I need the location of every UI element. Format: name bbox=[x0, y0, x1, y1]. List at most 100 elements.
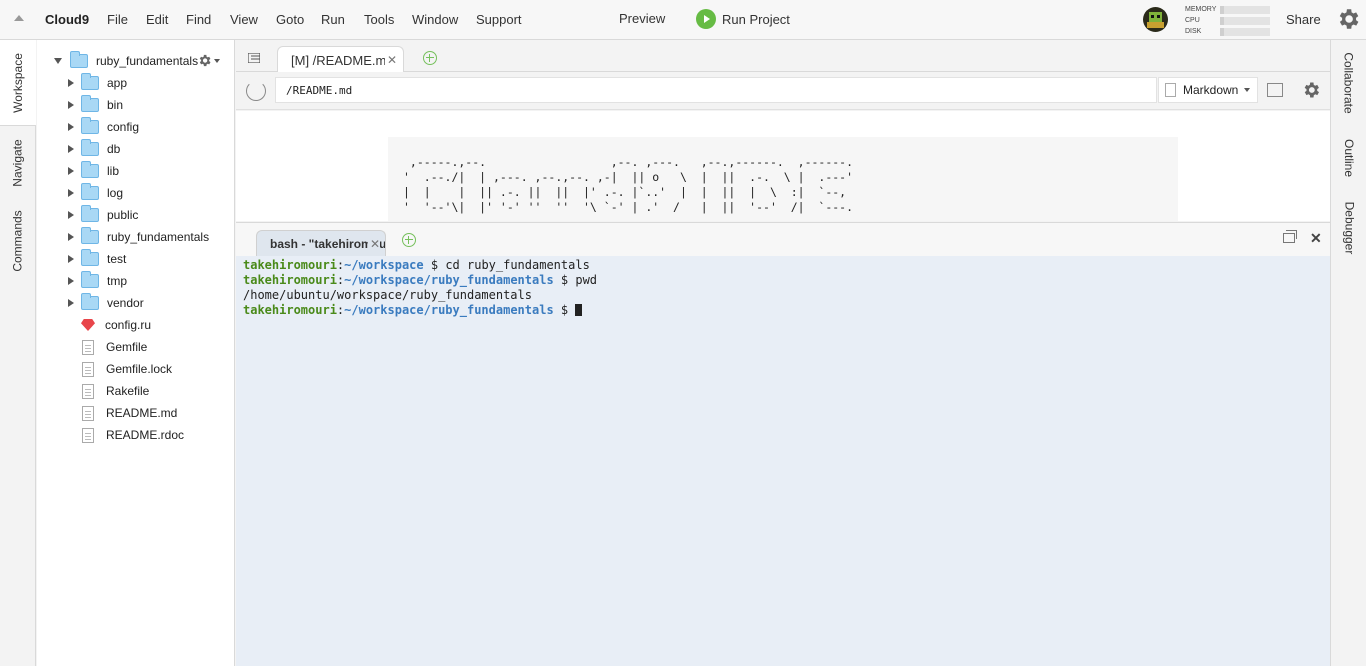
tree-file-readme-md[interactable]: README.md bbox=[78, 404, 177, 422]
tree-item-label: ruby_fundamentals bbox=[107, 230, 210, 244]
user-avatar[interactable] bbox=[1143, 7, 1168, 32]
tab-bash[interactable]: bash - "takehiromouri@ruby" ✕ bbox=[256, 230, 386, 257]
menu-window[interactable]: Window bbox=[412, 12, 458, 27]
file-tree: ruby_fundamentals app bin config db lib … bbox=[37, 40, 235, 666]
play-icon bbox=[696, 9, 716, 29]
chevron-right-icon[interactable] bbox=[68, 299, 74, 307]
run-project-button[interactable]: Run Project bbox=[696, 9, 790, 29]
tab-readme-md[interactable]: [M] /README.md ✕ bbox=[277, 46, 404, 73]
chevron-right-icon[interactable] bbox=[68, 255, 74, 263]
maximize-icon[interactable] bbox=[1283, 230, 1297, 243]
chevron-right-icon[interactable] bbox=[68, 233, 74, 241]
chevron-right-icon[interactable] bbox=[68, 145, 74, 153]
memory-label: MEMORY bbox=[1185, 6, 1217, 13]
tree-root-ruby-fundamentals[interactable]: ruby_fundamentals bbox=[54, 51, 198, 70]
folder-icon bbox=[81, 293, 99, 310]
add-terminal-icon[interactable] bbox=[402, 233, 416, 247]
collapse-menu-icon[interactable] bbox=[14, 15, 24, 21]
tab-commands[interactable]: Commands bbox=[0, 200, 36, 282]
gear-icon bbox=[199, 54, 211, 67]
chevron-right-icon[interactable] bbox=[68, 189, 74, 197]
gear-icon[interactable] bbox=[1301, 80, 1321, 100]
chevron-right-icon[interactable] bbox=[68, 79, 74, 87]
chevron-right-icon[interactable] bbox=[68, 211, 74, 219]
folder-icon bbox=[81, 139, 99, 156]
menu-edit[interactable]: Edit bbox=[146, 12, 168, 27]
tree-file-config-ru[interactable]: config.ru bbox=[78, 316, 151, 334]
tab-outline[interactable]: Outline bbox=[1331, 128, 1366, 188]
folder-icon bbox=[81, 95, 99, 112]
folder-icon bbox=[81, 249, 99, 266]
refresh-icon[interactable] bbox=[246, 81, 266, 101]
tree-folder-ruby-fundamentals[interactable]: ruby_fundamentals bbox=[68, 227, 210, 246]
file-icon bbox=[82, 405, 94, 421]
tree-folder-config[interactable]: config bbox=[68, 117, 139, 136]
close-icon[interactable]: ✕ bbox=[367, 237, 380, 251]
chevron-down-icon bbox=[214, 58, 220, 63]
tree-folder-bin[interactable]: bin bbox=[68, 95, 124, 114]
terminal[interactable]: takehiromouri:~/workspace $ cd ruby_fund… bbox=[236, 256, 1330, 666]
menu-support[interactable]: Support bbox=[476, 12, 522, 27]
tree-item-label: Gemfile bbox=[106, 340, 148, 354]
terminal-cursor bbox=[575, 304, 583, 316]
tree-item-label: bin bbox=[107, 98, 124, 112]
tree-file-gemfile-lock[interactable]: Gemfile.lock bbox=[78, 360, 172, 378]
close-panel-icon[interactable]: ✕ bbox=[1310, 230, 1322, 247]
tree-settings-button[interactable] bbox=[197, 53, 220, 68]
tree-folder-public[interactable]: public bbox=[68, 205, 138, 224]
tree-folder-log[interactable]: log bbox=[68, 183, 123, 202]
tree-folder-db[interactable]: db bbox=[68, 139, 120, 158]
resource-metrics[interactable]: MEMORY CPU DISK bbox=[1185, 4, 1275, 37]
prompt-user: takehiromouri bbox=[243, 273, 337, 287]
tree-file-rakefile[interactable]: Rakefile bbox=[78, 382, 149, 400]
tab-debugger[interactable]: Debugger bbox=[1331, 190, 1366, 266]
tab-workspace[interactable]: Workspace bbox=[0, 40, 36, 126]
menu-goto[interactable]: Goto bbox=[276, 12, 304, 27]
preview-url-input[interactable]: /README.md bbox=[275, 77, 1157, 103]
tree-folder-lib[interactable]: lib bbox=[68, 161, 120, 180]
chevron-right-icon[interactable] bbox=[68, 123, 74, 131]
folder-icon bbox=[81, 205, 99, 222]
preview-mode-select[interactable]: Markdown bbox=[1158, 77, 1258, 103]
cloud9-menu[interactable]: Cloud9 bbox=[45, 12, 89, 27]
share-button[interactable]: Share bbox=[1286, 12, 1321, 27]
menu-tools[interactable]: Tools bbox=[364, 12, 394, 27]
ascii-art: ,-----.,--. ,--. ,---. ,--.,------. ,---… bbox=[403, 155, 854, 214]
tree-item-label: Gemfile.lock bbox=[106, 362, 173, 376]
gear-icon[interactable] bbox=[1335, 6, 1361, 32]
menu-view[interactable]: View bbox=[230, 12, 258, 27]
menu-find[interactable]: Find bbox=[186, 12, 211, 27]
preview-button[interactable]: Preview bbox=[619, 11, 665, 26]
tab-list-icon[interactable] bbox=[248, 53, 260, 63]
tree-item-label: app bbox=[107, 76, 128, 90]
tree-folder-app[interactable]: app bbox=[68, 73, 128, 92]
prompt-path: ~/workspace bbox=[344, 258, 424, 272]
menu-file[interactable]: File bbox=[107, 12, 128, 27]
close-icon[interactable]: ✕ bbox=[384, 53, 397, 67]
disk-label: DISK bbox=[1185, 28, 1202, 35]
tab-collaborate[interactable]: Collaborate bbox=[1331, 40, 1366, 126]
terminal-line: takehiromouri:~/workspace/ruby_fundament… bbox=[243, 273, 598, 287]
ruby-icon bbox=[81, 319, 95, 331]
tree-folder-test[interactable]: test bbox=[68, 249, 126, 268]
tab-navigate[interactable]: Navigate bbox=[0, 128, 36, 198]
chevron-down-icon[interactable] bbox=[54, 58, 62, 64]
chevron-right-icon[interactable] bbox=[68, 101, 74, 109]
left-panel-rail: Workspace Navigate Commands bbox=[0, 40, 36, 666]
document-icon bbox=[1165, 83, 1176, 97]
memory-bar bbox=[1220, 5, 1270, 14]
run-project-label: Run Project bbox=[722, 11, 790, 27]
tree-folder-tmp[interactable]: tmp bbox=[68, 271, 127, 290]
tree-folder-vendor[interactable]: vendor bbox=[68, 293, 144, 312]
tree-file-readme-rdoc[interactable]: README.rdoc bbox=[78, 426, 184, 444]
tree-item-label: lib bbox=[107, 164, 120, 178]
tree-file-gemfile[interactable]: Gemfile bbox=[78, 338, 147, 356]
menu-run[interactable]: Run bbox=[321, 12, 345, 27]
prompt-user: takehiromouri bbox=[243, 258, 337, 272]
chevron-right-icon[interactable] bbox=[68, 167, 74, 175]
popout-icon[interactable] bbox=[1267, 83, 1283, 97]
terminal-tab-bar: bash - "takehiromouri@ruby" ✕ ✕ bbox=[236, 222, 1330, 257]
add-tab-icon[interactable] bbox=[423, 51, 437, 65]
chevron-right-icon[interactable] bbox=[68, 277, 74, 285]
tree-item-label: config.ru bbox=[105, 318, 152, 332]
